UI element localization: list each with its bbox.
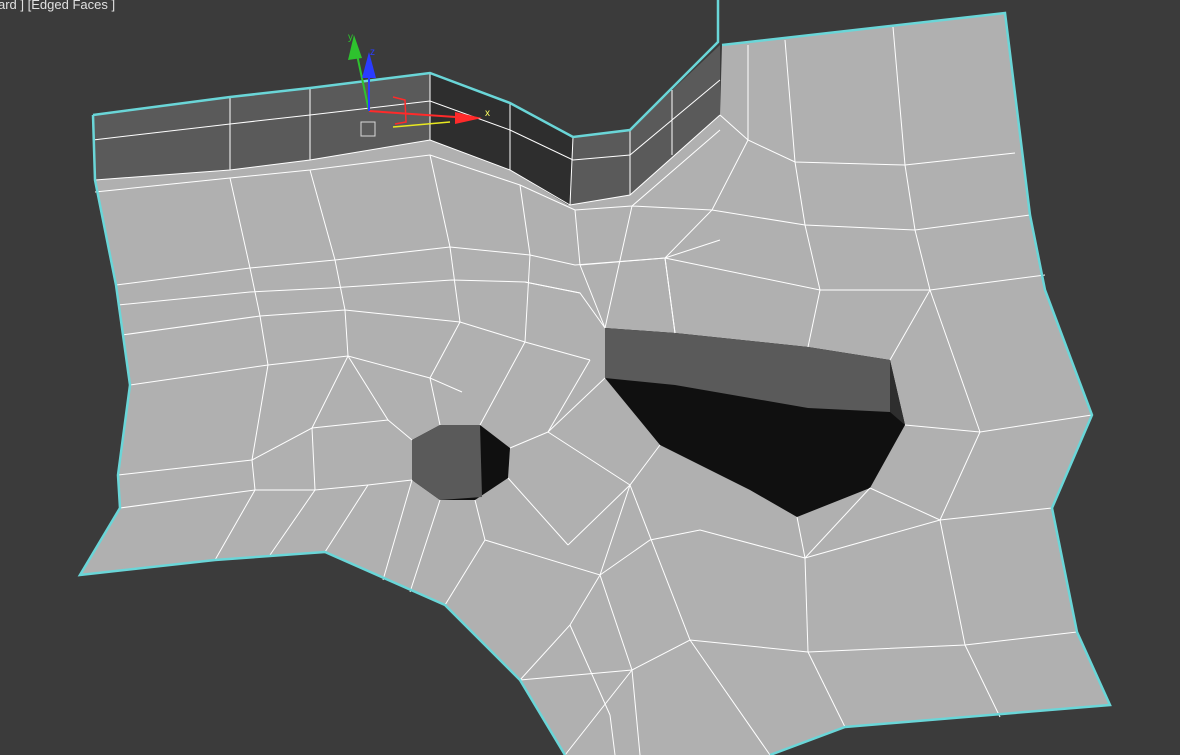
gizmo-y-label: y bbox=[348, 32, 353, 43]
viewport-canvas[interactable]: x y z bbox=[0, 0, 1180, 755]
3d-viewport[interactable]: ard ] [Edged Faces ] x y z bbox=[0, 0, 1180, 755]
gizmo-z-label: z bbox=[370, 47, 375, 58]
viewport-label[interactable]: ard ] [Edged Faces ] bbox=[0, 0, 115, 12]
mesh-object[interactable] bbox=[77, 0, 1112, 755]
gizmo-x-label: x bbox=[485, 108, 490, 119]
